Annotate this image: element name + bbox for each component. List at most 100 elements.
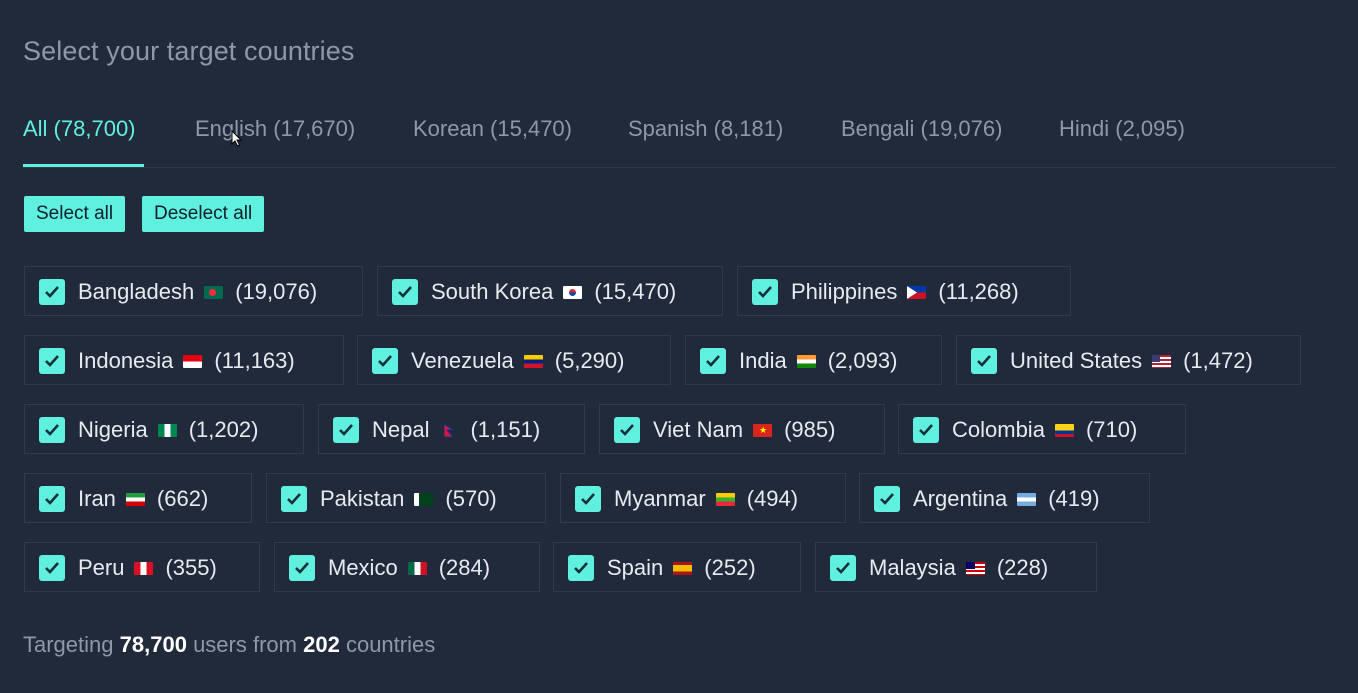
tab-english[interactable]: English (17,670) (195, 116, 355, 142)
country-name: Iran (78, 486, 116, 511)
country-name: Nigeria (78, 417, 148, 442)
country-chip-mexico[interactable]: Mexico (284) (274, 542, 540, 592)
country-label: Viet Nam ★ (985) (653, 417, 835, 443)
user-count: (15,470) (594, 279, 677, 304)
user-count: (252) (704, 555, 756, 580)
checkbox[interactable] (289, 555, 315, 581)
country-label: Indonesia (11,163) (78, 348, 295, 374)
checkbox[interactable] (392, 279, 418, 305)
country-chip-south-korea[interactable]: South Korea (15,470) (377, 266, 723, 316)
colombia-flag-icon (1054, 423, 1074, 437)
user-count: (570) (445, 486, 497, 511)
checkbox[interactable] (39, 555, 65, 581)
checkbox[interactable] (700, 348, 726, 374)
page-title: Select your target countries (23, 36, 355, 66)
checkmark-icon (574, 562, 588, 574)
mouse-cursor-icon (231, 130, 243, 147)
country-name: Mexico (328, 555, 398, 580)
india-flag-icon (796, 354, 816, 368)
malaysia-flag-icon (965, 561, 985, 575)
checkbox[interactable] (752, 279, 778, 305)
deselect-all-button[interactable]: Deselect all (142, 196, 265, 232)
country-chip-nepal[interactable]: Nepal (1,151) (318, 404, 585, 454)
country-chip-pakistan[interactable]: Pakistan (570) (266, 473, 546, 523)
checkmark-icon (378, 355, 392, 367)
checkbox[interactable] (39, 486, 65, 512)
checkbox[interactable] (372, 348, 398, 374)
checkbox[interactable] (39, 279, 65, 305)
checkbox[interactable] (568, 555, 594, 581)
checkmark-icon (581, 493, 595, 505)
tab-all[interactable]: All (78,700) (23, 116, 136, 142)
user-count: (494) (746, 486, 799, 511)
checkmark-icon (977, 355, 991, 367)
country-name: Myanmar (614, 486, 706, 511)
country-chip-venezuela[interactable]: Venezuela (5,290) (357, 335, 671, 385)
targeting-summary: Targeting 78,700 users from 202 countrie… (23, 632, 435, 658)
checkmark-icon (295, 562, 309, 574)
tab-bengali[interactable]: Bengali (19,076) (841, 116, 1002, 142)
country-chip-colombia[interactable]: Colombia (710) (898, 404, 1186, 454)
country-name: Malaysia (869, 555, 956, 580)
checkmark-icon (919, 424, 933, 436)
checkbox[interactable] (971, 348, 997, 374)
country-name: Peru (78, 555, 125, 580)
country-chip-india[interactable]: India (2,093) (685, 335, 942, 385)
country-chip-peru[interactable]: Peru (355) (24, 542, 260, 592)
summary-middle: users from (193, 632, 297, 657)
country-count: 202 (303, 632, 340, 657)
country-name: Bangladesh (78, 279, 195, 304)
country-chip-viet-nam[interactable]: Viet Nam ★ (985) (599, 404, 885, 454)
select-all-button[interactable]: Select all (24, 196, 126, 232)
country-chip-indonesia[interactable]: Indonesia (11,163) (24, 335, 344, 385)
country-chip-nigeria[interactable]: Nigeria (1,202) (24, 404, 304, 454)
argentina-flag-icon (1017, 492, 1037, 506)
tab-korean[interactable]: Korean (15,470) (413, 116, 572, 142)
checkbox[interactable] (614, 417, 640, 443)
country-chip-iran[interactable]: Iran (662) (24, 473, 252, 523)
country-name: Indonesia (78, 348, 174, 373)
country-name: Spain (607, 555, 664, 580)
checkbox[interactable] (575, 486, 601, 512)
country-name: Nepal (372, 417, 430, 442)
checkmark-icon (836, 562, 850, 574)
country-chip-philippines[interactable]: Philippines (11,268) (737, 266, 1071, 316)
checkmark-icon (758, 286, 772, 298)
country-label: Colombia (710) (952, 417, 1137, 443)
country-name: South Korea (431, 279, 554, 304)
tab-hindi[interactable]: Hindi (2,095) (1059, 116, 1185, 142)
summary-suffix: countries (345, 632, 436, 657)
user-count: (284) (438, 555, 491, 580)
user-count: (2,093) (827, 348, 898, 373)
country-chip-malaysia[interactable]: Malaysia (228) (815, 542, 1097, 592)
venezuela-flag-icon (523, 354, 543, 368)
checkbox[interactable] (874, 486, 900, 512)
user-count: (11,163) (214, 348, 295, 373)
user-count: (11,268) (938, 279, 1019, 304)
country-chip-united-states[interactable]: United States (1,472) (956, 335, 1301, 385)
country-label: Peru (355) (78, 555, 217, 581)
checkmark-icon (287, 493, 301, 505)
checkmark-icon (45, 286, 59, 298)
south-korea-flag-icon (563, 285, 583, 299)
checkbox[interactable] (333, 417, 359, 443)
country-chip-argentina[interactable]: Argentina (419) (859, 473, 1150, 523)
checkmark-icon (339, 424, 353, 436)
user-count: (419) (1048, 486, 1100, 511)
country-chip-spain[interactable]: Spain (252) (553, 542, 801, 592)
vietnam-flag-icon: ★ (753, 423, 773, 437)
checkbox[interactable] (39, 417, 65, 443)
checkmark-icon (880, 493, 894, 505)
country-label: Iran (662) (78, 486, 208, 512)
country-chip-myanmar[interactable]: Myanmar (494) (560, 473, 846, 523)
country-chip-bangladesh[interactable]: Bangladesh (19,076) (24, 266, 363, 316)
bangladesh-flag-icon (204, 285, 224, 299)
checkbox[interactable] (281, 486, 307, 512)
country-name: Venezuela (411, 348, 514, 373)
checkbox[interactable] (39, 348, 65, 374)
checkbox[interactable] (913, 417, 939, 443)
country-label: South Korea (15,470) (431, 279, 676, 305)
tab-spanish[interactable]: Spanish (8,181) (628, 116, 783, 142)
checkbox[interactable] (830, 555, 856, 581)
country-name: Pakistan (320, 486, 405, 511)
